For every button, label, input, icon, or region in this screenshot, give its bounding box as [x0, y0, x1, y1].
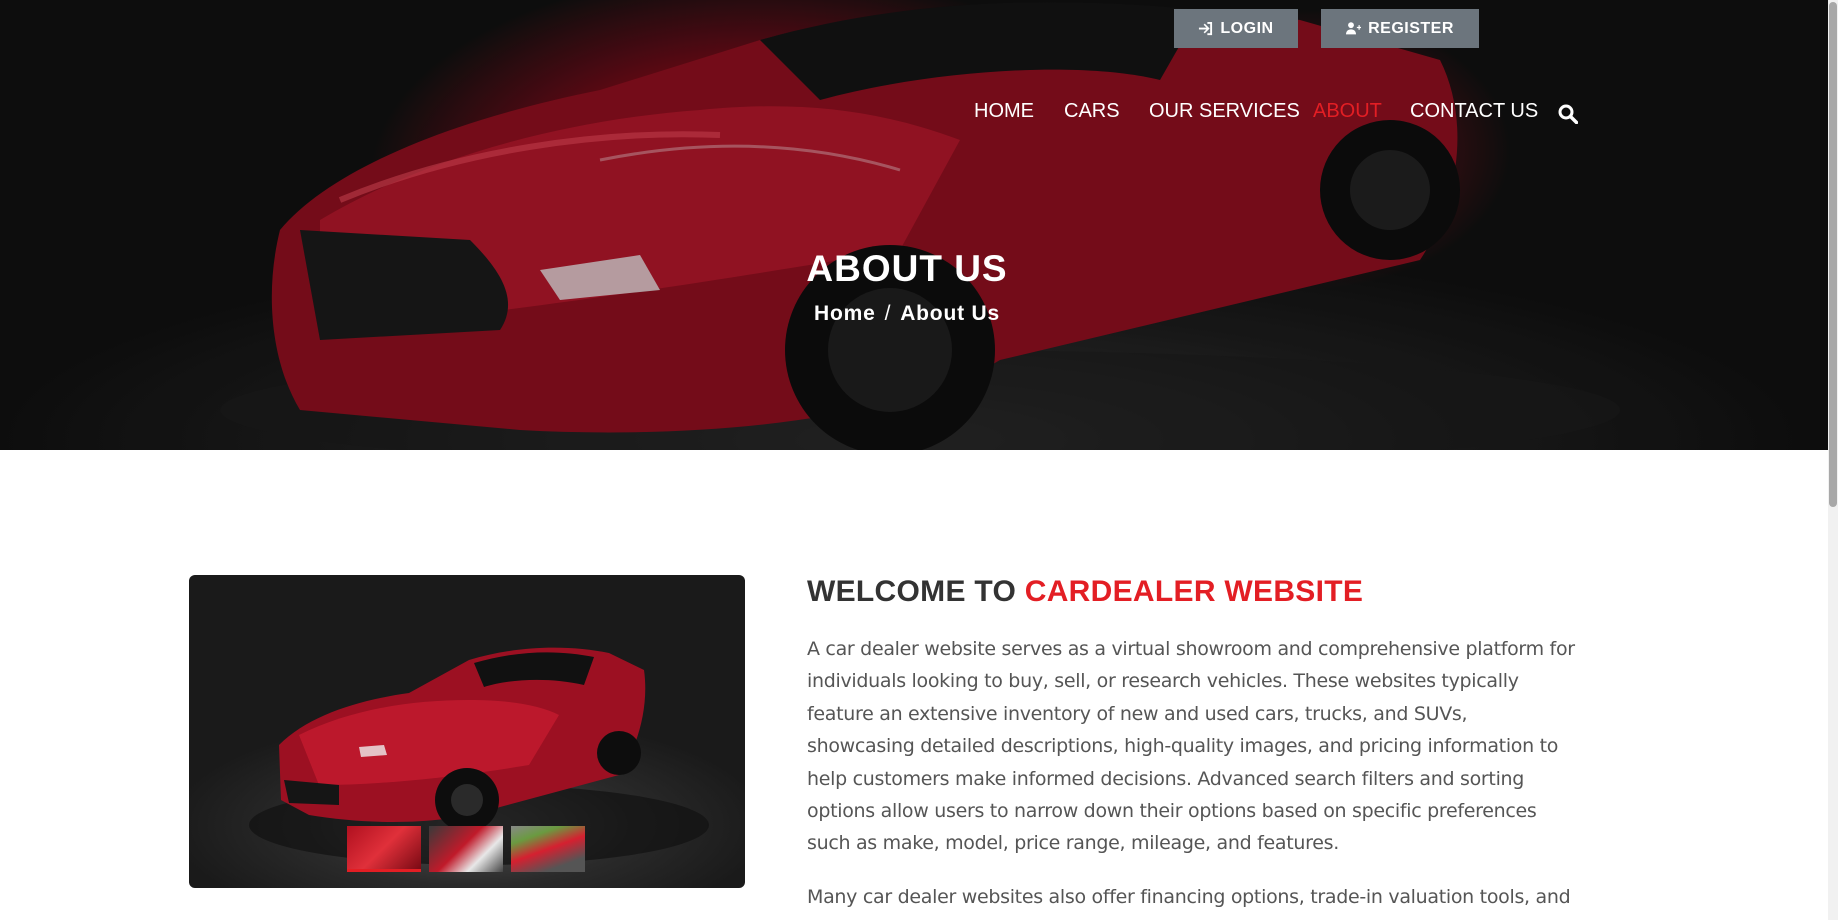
user-plus-icon [1346, 22, 1362, 35]
register-label: REGISTER [1368, 19, 1454, 37]
nav-item-contact-us[interactable]: CONTACT US [1410, 100, 1538, 123]
login-label: LOGIN [1220, 19, 1274, 37]
gallery-thumbnail-1[interactable] [347, 826, 421, 872]
scrollbar-thumb[interactable] [1829, 2, 1837, 507]
sign-in-icon [1199, 21, 1213, 36]
nav-item-cars[interactable]: CARS [1064, 100, 1120, 123]
car-gallery [189, 575, 745, 888]
nav-item-about[interactable]: ABOUT [1313, 100, 1382, 123]
breadcrumb-current: About Us [900, 302, 1000, 325]
breadcrumb-separator: / [884, 302, 892, 325]
gallery-thumbnail-2[interactable] [429, 826, 503, 872]
gallery-thumbnail-3[interactable] [511, 826, 585, 872]
breadcrumb-home-link[interactable]: Home [814, 302, 876, 325]
search-icon[interactable] [1558, 104, 1578, 124]
page-scrollbar[interactable] [1828, 0, 1838, 920]
login-button[interactable]: LOGIN [1174, 9, 1298, 48]
about-paragraph-2: Many car dealer websites also offer fina… [807, 886, 1571, 908]
breadcrumb: Home / About Us [0, 302, 1814, 326]
welcome-heading-prefix: WELCOME TO [807, 575, 1017, 608]
nav-item-home[interactable]: HOME [974, 100, 1034, 123]
welcome-heading-accent: CARDEALER WEBSITE [1024, 575, 1364, 608]
hero-overlay [0, 0, 1828, 450]
welcome-heading: WELCOME TO CARDEALER WEBSITE [807, 575, 1363, 609]
nav-item-our-services[interactable]: OUR SERVICES [1149, 100, 1300, 123]
about-paragraph-1: A car dealer website serves as a virtual… [807, 638, 1575, 855]
register-button[interactable]: REGISTER [1321, 9, 1479, 48]
page-title: ABOUT US [806, 248, 1008, 289]
hero-banner: LOGIN REGISTER HOME CARS OUR SERVICES AB… [0, 0, 1828, 450]
